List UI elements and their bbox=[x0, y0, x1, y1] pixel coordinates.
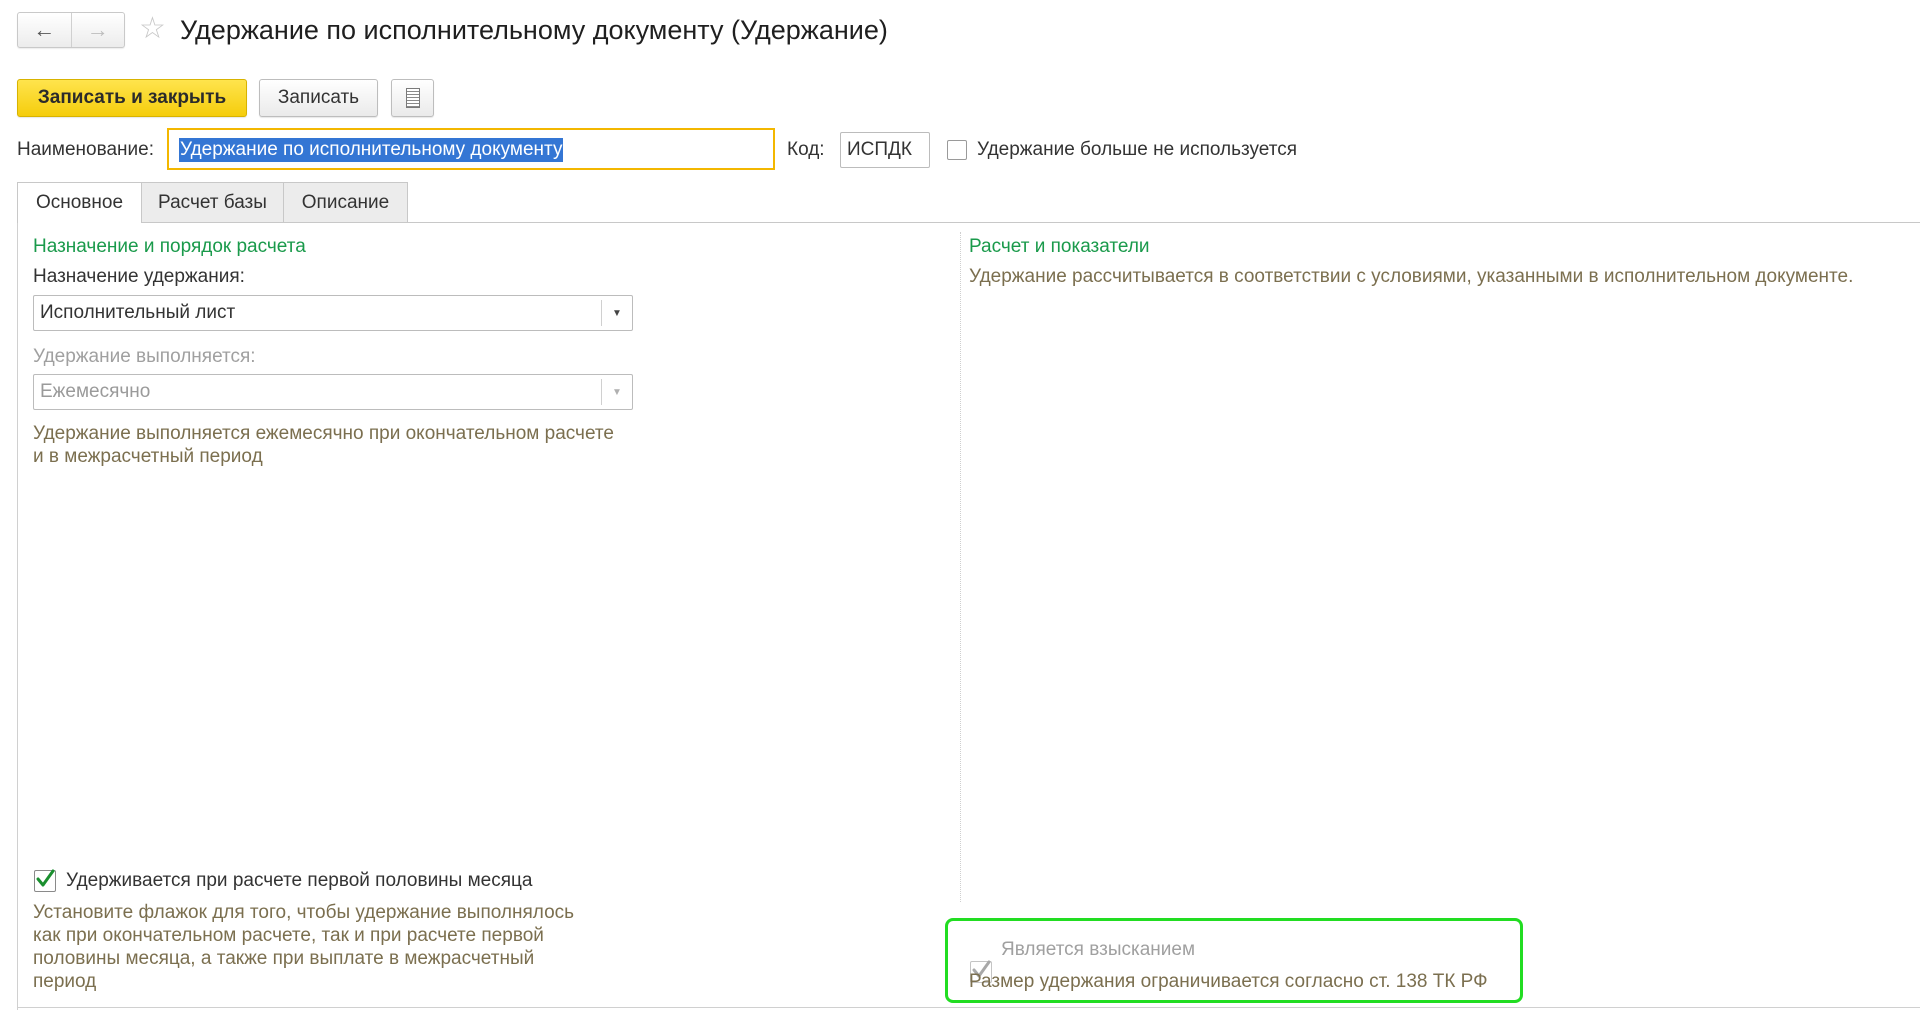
collection-hint: Размер удержания ограничивается согласно… bbox=[969, 971, 1488, 992]
name-input-value: Удержание по исполнительному документу bbox=[179, 138, 564, 162]
page-title: Удержание по исполнительному документу (… bbox=[180, 15, 888, 45]
navigation-buttons: ← → bbox=[17, 12, 125, 48]
first-half-hint-line: как при окончательном расчете, так и при… bbox=[33, 925, 544, 946]
purpose-label: Назначение удержания: bbox=[33, 266, 245, 287]
tab-base-calculation[interactable]: Расчет базы bbox=[141, 182, 284, 222]
first-half-hint-line: Установите флажок для того, чтобы удержа… bbox=[33, 902, 575, 923]
tab-main[interactable]: Основное bbox=[17, 182, 142, 223]
name-label: Наименование: bbox=[17, 139, 154, 160]
first-half-hint-line: половины месяца, а также при выплате в м… bbox=[33, 948, 535, 969]
performed-hint: Удержание выполняется ежемесячно при око… bbox=[33, 422, 614, 468]
performed-select: Ежемесячно ▼ bbox=[33, 374, 633, 410]
favorite-star-icon[interactable]: ☆ bbox=[139, 14, 166, 44]
unused-checkbox-label: Удержание больше не используется bbox=[977, 139, 1298, 160]
performed-label: Удержание выполняется: bbox=[33, 346, 256, 367]
save-and-close-button[interactable]: Записать и закрыть bbox=[17, 79, 247, 117]
first-half-hint: Установите флажок для того, чтобы удержа… bbox=[33, 901, 574, 993]
back-arrow-icon[interactable]: ← bbox=[18, 13, 71, 47]
code-label: Код: bbox=[787, 139, 825, 160]
name-input[interactable]: Удержание по исполнительному документу bbox=[167, 128, 775, 170]
code-input[interactable]: ИСПДК bbox=[840, 132, 930, 168]
section-title-indicators: Расчет и показатели bbox=[969, 236, 1150, 257]
panel-border-bottom bbox=[17, 1007, 1920, 1008]
tab-strip-border bbox=[17, 222, 1920, 223]
section-title-purpose: Назначение и порядок расчета bbox=[33, 236, 306, 257]
first-half-checkbox-label: Удерживается при расчете первой половины… bbox=[66, 870, 533, 891]
first-half-checkbox[interactable] bbox=[34, 869, 56, 892]
column-divider bbox=[960, 232, 961, 902]
first-half-hint-line: период bbox=[33, 971, 97, 992]
unused-checkbox[interactable] bbox=[947, 140, 967, 160]
tab-description[interactable]: Описание bbox=[283, 182, 408, 222]
save-button[interactable]: Записать bbox=[259, 79, 378, 117]
forward-arrow-icon[interactable]: → bbox=[70, 13, 125, 47]
chevron-down-icon[interactable]: ▼ bbox=[601, 300, 632, 326]
purpose-select[interactable]: Исполнительный лист ▼ bbox=[33, 295, 633, 331]
performed-hint-line: Удержание выполняется ежемесячно при око… bbox=[33, 423, 614, 444]
document-menu-button[interactable] bbox=[391, 79, 434, 117]
checkmark-icon bbox=[36, 869, 55, 887]
panel-border bbox=[17, 222, 18, 1010]
document-icon bbox=[405, 88, 420, 108]
performed-select-value: Ежемесячно bbox=[40, 381, 151, 402]
purpose-select-value: Исполнительный лист bbox=[40, 302, 236, 323]
collection-checkbox-label: Является взысканием bbox=[1001, 939, 1196, 960]
performed-hint-line: и в межрасчетный период bbox=[33, 446, 263, 467]
calculation-description: Удержание рассчитывается в соответствии … bbox=[969, 266, 1854, 287]
chevron-down-icon: ▼ bbox=[601, 379, 632, 405]
